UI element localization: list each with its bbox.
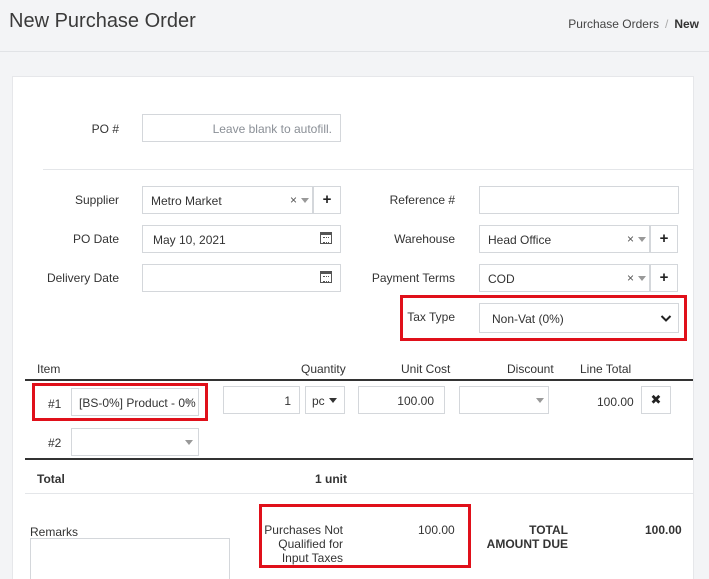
tax-type-highlight	[400, 295, 687, 341]
quantity-input[interactable]: 1	[223, 386, 300, 414]
payment-terms-label: Payment Terms	[371, 271, 455, 285]
remarks-textarea[interactable]	[30, 538, 230, 579]
supplier-clear-icon[interactable]: ×	[290, 193, 297, 207]
calendar-icon[interactable]	[320, 271, 332, 283]
payment-terms-select[interactable]: COD × +	[479, 264, 678, 292]
breadcrumb: Purchase Orders / New	[568, 17, 699, 31]
column-header-discount: Discount	[507, 362, 554, 376]
unit-cost-input[interactable]: 100.00	[358, 386, 445, 414]
remarks-label: Remarks	[30, 525, 79, 539]
total-amount-due-label: TOTAL AMOUNT DUE	[486, 523, 568, 551]
item-highlight	[32, 383, 208, 421]
supplier-select[interactable]: Metro Market × +	[142, 186, 341, 214]
breadcrumb-separator: /	[664, 17, 669, 31]
reference-label: Reference #	[389, 193, 455, 207]
quantity-value: 1	[284, 394, 291, 408]
purchase-order-form-card: PO # Leave blank to autofill. Supplier M…	[12, 76, 694, 579]
remove-row-button[interactable]: ✖	[641, 386, 671, 414]
delivery-date-label: Delivery Date	[46, 271, 119, 285]
breadcrumb-purchase-orders-link[interactable]: Purchase Orders	[568, 17, 659, 31]
chevron-down-icon	[301, 198, 309, 203]
warehouse-clear-icon[interactable]: ×	[627, 232, 634, 246]
page-title: New Purchase Order	[9, 10, 196, 32]
top-bar: New Purchase Order Purchase Orders / New	[0, 0, 709, 52]
supplier-label: Supplier	[74, 193, 119, 207]
not-qualified-highlight	[259, 504, 471, 568]
line-total-value: 100.00	[597, 395, 634, 409]
total-amount-due-value: 100.00	[645, 523, 682, 537]
delivery-date-input[interactable]	[142, 264, 341, 292]
po-number-input[interactable]: Leave blank to autofill.	[142, 114, 341, 142]
divider	[43, 169, 693, 170]
chevron-down-icon	[638, 237, 646, 242]
warehouse-select[interactable]: Head Office × +	[479, 225, 678, 253]
discount-select[interactable]	[459, 386, 549, 414]
chevron-down-icon	[329, 398, 337, 403]
add-payment-terms-button[interactable]: +	[650, 264, 678, 292]
chevron-down-icon	[536, 398, 544, 403]
po-date-value: May 10, 2021	[153, 233, 226, 247]
add-supplier-button[interactable]: +	[313, 186, 341, 214]
po-date-input[interactable]: May 10, 2021	[142, 225, 341, 253]
table-total-divider	[25, 458, 693, 460]
table-header-divider	[25, 379, 693, 381]
total-units: 1 unit	[315, 472, 347, 486]
unit-value: pc	[312, 394, 325, 408]
warehouse-value: Head Office	[488, 233, 552, 247]
breadcrumb-current: New	[674, 17, 699, 31]
item-select[interactable]	[71, 428, 199, 456]
calendar-icon[interactable]	[320, 232, 332, 244]
row-index: #2	[48, 436, 62, 450]
column-header-unit-cost: Unit Cost	[401, 362, 451, 376]
chevron-down-icon	[185, 440, 193, 445]
supplier-value: Metro Market	[151, 194, 222, 208]
payment-terms-clear-icon[interactable]: ×	[627, 271, 634, 285]
divider	[25, 493, 693, 494]
total-label: Total	[37, 472, 65, 486]
column-header-item: Item	[37, 362, 61, 376]
unit-dropdown[interactable]: pc	[305, 386, 345, 414]
column-header-line-total: Line Total	[580, 362, 632, 376]
po-number-placeholder: Leave blank to autofill.	[212, 122, 332, 136]
column-header-quantity: Quantity	[301, 362, 346, 376]
po-date-label: PO Date	[72, 232, 119, 246]
po-number-label: PO #	[91, 122, 119, 136]
add-warehouse-button[interactable]: +	[650, 225, 678, 253]
payment-terms-value: COD	[488, 272, 515, 286]
chevron-down-icon	[638, 276, 646, 281]
unit-cost-value: 100.00	[397, 394, 434, 408]
reference-input[interactable]	[479, 186, 679, 214]
warehouse-label: Warehouse	[394, 232, 455, 246]
